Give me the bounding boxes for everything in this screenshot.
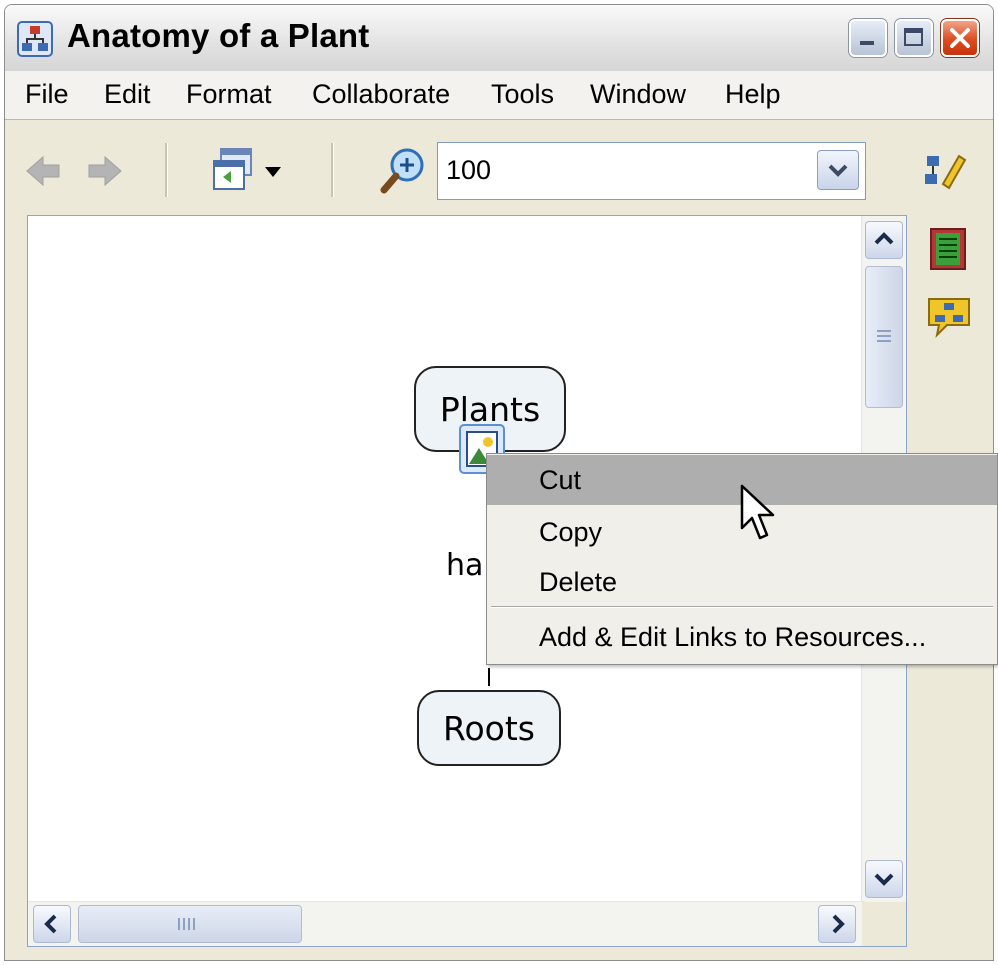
grip-icon (178, 918, 195, 930)
menu-edit[interactable]: Edit (104, 79, 151, 110)
chevron-down-icon (828, 164, 848, 177)
horizontal-scrollbar[interactable] (28, 901, 864, 946)
scroll-left-icon (44, 914, 57, 934)
minimize-icon (860, 41, 874, 45)
scroll-up-icon (874, 232, 894, 245)
menu-file[interactable]: File (25, 79, 69, 110)
dropdown-arrow-icon (265, 167, 281, 177)
toolbar-separator (331, 143, 334, 197)
menu-format[interactable]: Format (186, 79, 272, 110)
menu-help[interactable]: Help (725, 79, 781, 110)
scrollbar-corner (862, 902, 906, 946)
context-menu-add-edit-links[interactable]: Add & Edit Links to Resources... (487, 612, 997, 662)
concept-map-icon (17, 21, 53, 57)
concept-map-chat-icon[interactable] (925, 295, 975, 341)
vertical-scroll-thumb[interactable] (865, 266, 903, 408)
minimize-button[interactable] (849, 19, 887, 57)
scroll-down-button[interactable] (865, 860, 903, 898)
connection-line (488, 668, 490, 686)
document-list-icon[interactable] (927, 227, 971, 273)
concept-label: Plants (439, 389, 541, 429)
title-bar[interactable]: Anatomy of a Plant (5, 5, 993, 72)
scroll-up-button[interactable] (865, 221, 903, 259)
view-window-icon (213, 148, 252, 190)
zoom-combobox[interactable]: 100 (437, 142, 866, 200)
menu-window[interactable]: Window (590, 79, 686, 110)
close-button[interactable] (941, 19, 979, 57)
horizontal-scroll-thumb[interactable] (78, 905, 302, 943)
close-icon (950, 28, 970, 48)
menu-collaborate[interactable]: Collaborate (312, 79, 450, 110)
scroll-down-icon (874, 873, 894, 886)
maximize-icon (904, 28, 923, 46)
context-menu-delete[interactable]: Delete (487, 558, 997, 606)
toolbar-separator (165, 143, 168, 197)
link-phrase[interactable]: ha (446, 548, 483, 583)
forward-arrow-icon[interactable] (87, 155, 123, 187)
zoom-value: 100 (446, 155, 492, 185)
view-window-button[interactable] (211, 145, 291, 197)
scroll-right-button[interactable] (818, 905, 856, 943)
back-arrow-icon[interactable] (25, 155, 61, 187)
style-palette-icon[interactable] (921, 150, 969, 190)
zoom-in-icon[interactable] (379, 147, 429, 195)
scroll-left-button[interactable] (33, 905, 71, 943)
concept-label: Roots (443, 708, 535, 748)
maximize-button[interactable] (895, 19, 933, 57)
concept-roots[interactable]: Roots (417, 690, 561, 766)
window-title: Anatomy of a Plant (67, 17, 370, 54)
zoom-dropdown-button[interactable] (817, 150, 859, 190)
grip-icon (877, 330, 891, 342)
menu-tools[interactable]: Tools (491, 79, 554, 110)
context-menu-separator (491, 606, 993, 608)
menu-bar: File Edit Format Collaborate Tools Windo… (5, 71, 993, 120)
scroll-right-icon (832, 914, 845, 934)
mouse-pointer-icon (740, 484, 775, 540)
